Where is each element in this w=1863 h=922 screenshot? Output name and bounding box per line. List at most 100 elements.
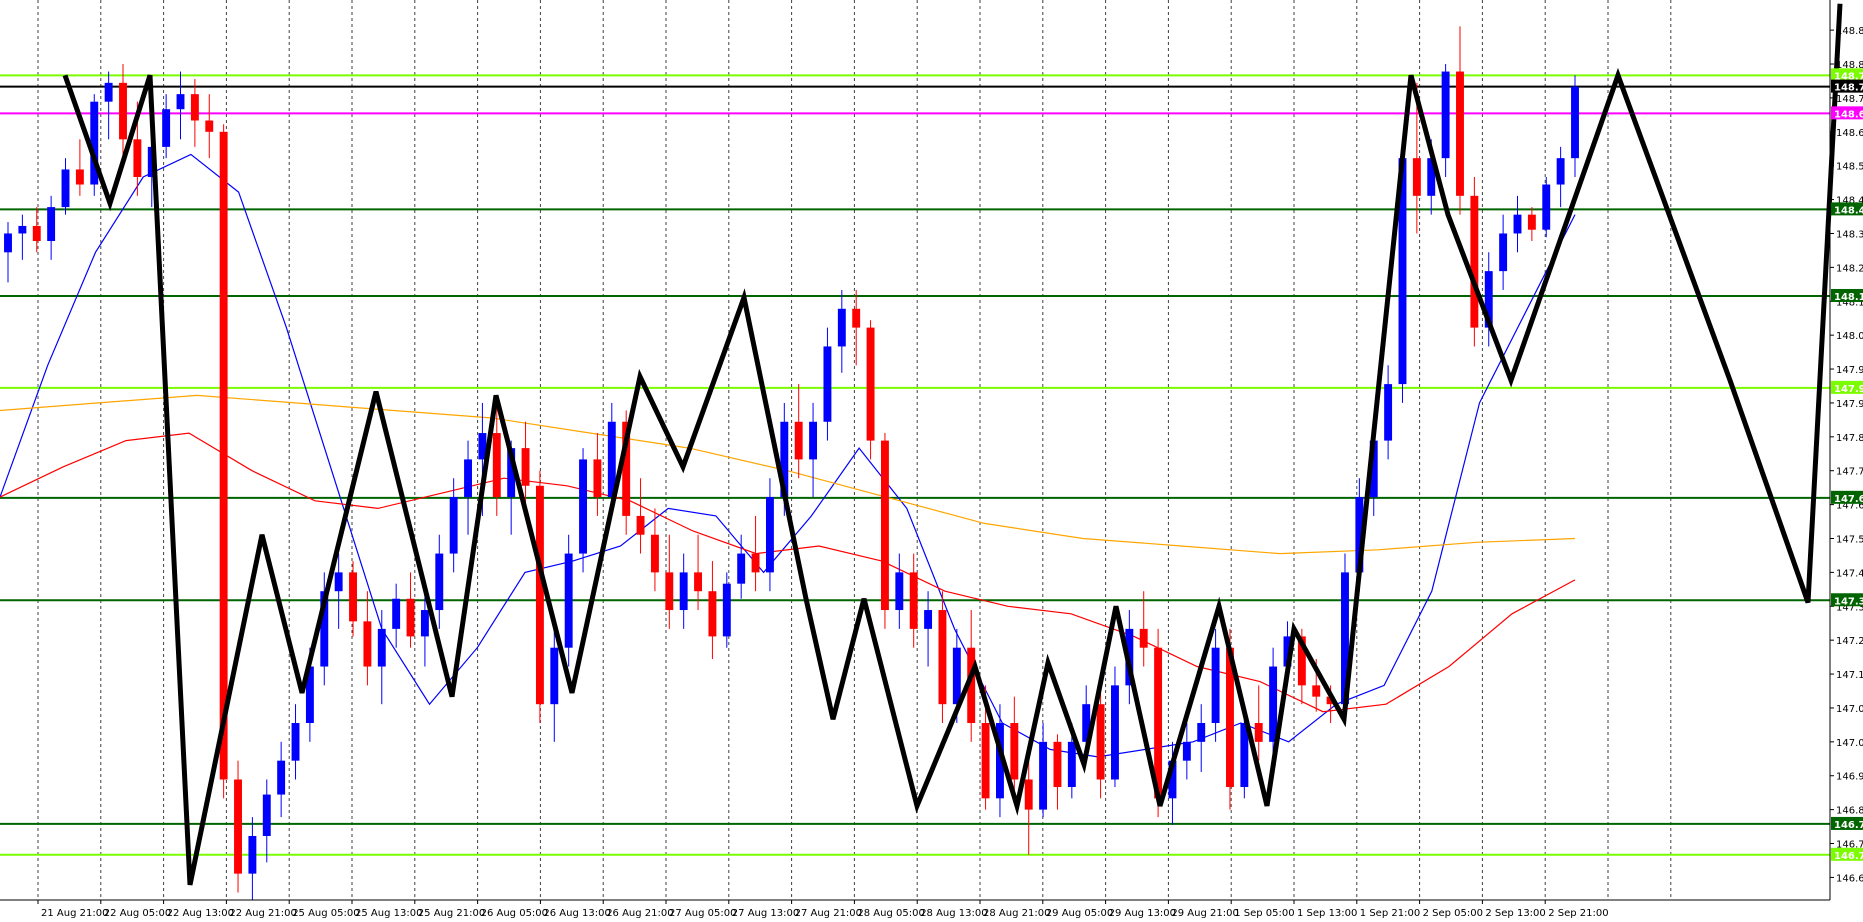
candle-body (277, 760, 286, 795)
time-tick-label: 29 Aug 21:00 (1171, 908, 1238, 919)
candle-body (1067, 741, 1076, 788)
price-tick-label: 146.910 (1836, 772, 1863, 783)
candle-body (938, 610, 947, 705)
candle-body (1441, 71, 1450, 159)
candle-body (924, 610, 933, 629)
candle-body (1039, 741, 1048, 810)
level-price-label: 148.743 (1834, 83, 1863, 94)
candle-body (1211, 647, 1220, 724)
time-tick-label: 1 Sep 13:00 (1297, 908, 1357, 919)
price-tick-label: 148.350 (1836, 229, 1863, 240)
candle-body (694, 572, 703, 592)
candle-body (47, 207, 56, 242)
candle-body (809, 421, 818, 460)
candle-body (1513, 214, 1522, 234)
price-tick-label: 147.990 (1836, 365, 1863, 376)
time-tick-label: 28 Aug 21:00 (983, 908, 1050, 919)
candle-body (291, 723, 300, 761)
candle-body (521, 448, 530, 486)
time-tick-label: 26 Aug 21:00 (606, 908, 673, 919)
candle-body (1312, 685, 1321, 697)
time-tick-label: 1 Sep 05:00 (1234, 908, 1294, 919)
candle-body (765, 497, 774, 573)
candle-body (406, 598, 415, 637)
candle-body (1254, 723, 1263, 742)
price-tick-label: 148.620 (1836, 128, 1863, 139)
candle-body (18, 225, 27, 234)
candle-body (837, 308, 846, 347)
candle-body (722, 583, 731, 637)
candle-body (535, 485, 544, 705)
candle-body (104, 82, 113, 102)
candle-body (349, 572, 357, 622)
candle-body (1182, 741, 1191, 761)
candle-body (880, 440, 889, 611)
candle-body (162, 109, 171, 147)
time-tick-label: 25 Aug 05:00 (292, 908, 359, 919)
candle-body (1571, 86, 1579, 159)
level-price-label: 147.648 (1834, 494, 1863, 505)
candle-body (636, 515, 645, 535)
candle-body (248, 835, 257, 874)
candle-body (1470, 195, 1479, 328)
price-tick-label: 148.080 (1836, 331, 1863, 342)
candle-body (708, 591, 717, 637)
candle-body (1024, 779, 1033, 810)
price-tick-label: 147.900 (1836, 399, 1863, 410)
price-tick-label: 146.820 (1836, 806, 1863, 817)
candle-body (1412, 158, 1421, 196)
candle-body (1010, 723, 1019, 780)
candle-body (377, 628, 386, 667)
candle-body (895, 572, 904, 611)
candle-body (679, 572, 688, 611)
price-tick-label: 148.260 (1836, 263, 1863, 274)
price-tick-label: 147.270 (1836, 636, 1863, 647)
price-tick-label: 146.640 (1836, 873, 1863, 884)
time-tick-label: 28 Aug 05:00 (857, 908, 924, 919)
chart-background (0, 0, 1830, 900)
candle-body (1269, 666, 1278, 742)
candle-body (4, 233, 12, 253)
level-price-label: 146.782 (1834, 820, 1863, 831)
candle-body (737, 553, 746, 584)
candle-body (219, 131, 228, 780)
time-tick-label: 25 Aug 13:00 (355, 908, 422, 919)
candle-body (363, 621, 372, 667)
level-price-label: 147.376 (1834, 596, 1863, 607)
candle-body (564, 553, 573, 648)
candle-body (1197, 723, 1206, 742)
candle-body (823, 346, 832, 422)
time-tick-label: 2 Sep 05:00 (1423, 908, 1483, 919)
candle-body (794, 421, 803, 460)
candle-body (32, 225, 41, 242)
time-tick-label: 1 Sep 21:00 (1360, 908, 1420, 919)
time-tick-label: 28 Aug 13:00 (920, 908, 987, 919)
price-tick-label: 147.000 (1836, 738, 1863, 749)
level-price-label: 147.940 (1834, 384, 1863, 395)
level-price-label: 148.414 (1834, 205, 1863, 216)
candle-body (1556, 158, 1565, 185)
price-tick-label: 148.710 (1836, 94, 1863, 105)
time-tick-label: 22 Aug 05:00 (104, 908, 171, 919)
candle-body (449, 497, 458, 554)
candle-body (392, 598, 401, 629)
candle-body (751, 553, 760, 573)
candle-body (61, 169, 70, 208)
candle-body (1111, 685, 1119, 780)
time-tick-label: 27 Aug 13:00 (732, 908, 799, 919)
candle-body (981, 723, 990, 799)
candle-body (866, 327, 875, 441)
candle-body (1384, 384, 1393, 441)
time-tick-label: 26 Aug 13:00 (543, 908, 610, 919)
time-tick-label: 26 Aug 05:00 (481, 908, 548, 919)
price-tick-label: 147.180 (1836, 670, 1863, 681)
candle-body (1456, 71, 1464, 196)
candle-body (119, 82, 127, 140)
candle-body (176, 94, 185, 110)
time-tick-label: 22 Aug 21:00 (229, 908, 296, 919)
candle-body (205, 120, 214, 132)
candle-body (909, 572, 918, 629)
level-price-label: 148.669 (1834, 109, 1863, 120)
time-tick-label: 27 Aug 05:00 (669, 908, 736, 919)
candle-body (852, 308, 861, 328)
